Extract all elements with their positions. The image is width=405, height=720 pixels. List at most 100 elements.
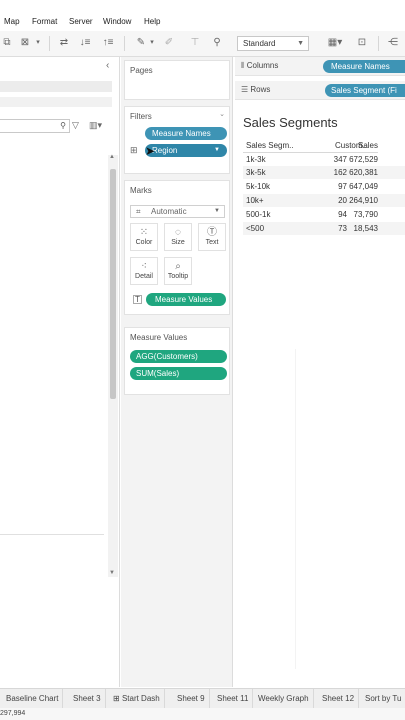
header-sales-segment[interactable]: Sales Segm.. — [246, 139, 294, 152]
mark-type-value: Automatic — [151, 207, 187, 216]
rows-shelf-label: ☰ Rows — [241, 85, 271, 94]
share-icon[interactable]: ⋲ — [386, 37, 400, 49]
presentation-mode-icon[interactable]: ⊡ — [355, 37, 369, 49]
scroll-down-icon[interactable]: ▼ — [109, 570, 115, 576]
rows-icon: ☰ — [241, 85, 251, 94]
header-sales[interactable]: Sales — [358, 139, 378, 152]
filters-card-title: Filters — [130, 112, 152, 121]
filter-pill-label: Measure Names — [152, 129, 211, 138]
detail-icon: ⁖ — [141, 261, 147, 272]
show-cards-icon[interactable]: ▦▾ — [326, 37, 344, 49]
fit-select[interactable]: Standard ▼ — [237, 36, 309, 51]
marks-pill-measure-values[interactable]: Measure Values — [146, 293, 226, 306]
tooltip-icon: ⌕ — [175, 261, 181, 272]
table-row[interactable]: 1k-3k 347 672,529 — [243, 153, 405, 166]
toolbar-separator — [124, 36, 125, 51]
search-icon: ⚲ — [60, 121, 66, 130]
table-row[interactable]: 10k+ 20 264,910 — [243, 194, 405, 207]
table-row[interactable]: 3k-5k 162 620,381 — [243, 166, 405, 179]
measure-pill-sum-sales[interactable]: SUM(Sales) — [130, 367, 227, 380]
tab-sort-by[interactable]: Sort by Tu — [361, 689, 405, 708]
view-gridline — [295, 349, 296, 669]
worksheet-title[interactable]: Sales Segments — [243, 115, 338, 130]
clear-sheet-icon[interactable]: ⊠ — [18, 37, 32, 49]
status-sum-value: 297,994 — [0, 710, 26, 717]
filter-pill-region[interactable]: Region ▼ — [145, 144, 227, 157]
columns-shelf-label: ⦀ Columns — [241, 61, 279, 70]
fix-axes-pin-icon[interactable]: ⚲ — [210, 37, 224, 49]
menu-help[interactable]: Help — [144, 17, 160, 26]
tab-baseline-chart[interactable]: Baseline Chart — [2, 689, 64, 708]
marks-color-button[interactable]: ⁙ Color — [130, 223, 158, 251]
filter-pill-label: Region — [152, 146, 178, 155]
view-options-icon[interactable]: ▥▾ — [89, 120, 102, 131]
table-header-row: Sales Segm.. Custom.. Sales — [243, 139, 405, 152]
pill-label: Sales Segment (Fi — [331, 86, 397, 95]
worksheet-view[interactable]: Sales Segments Sales Segm.. Custom.. Sal… — [235, 104, 405, 687]
marks-tooltip-button[interactable]: ⌕ Tooltip — [164, 257, 192, 285]
rows-pill-sales-segment[interactable]: Sales Segment (Fi — [325, 84, 405, 97]
clear-dropdown-icon[interactable]: ▾ — [34, 37, 42, 49]
columns-pill-measure-names[interactable]: Measure Names — [323, 60, 405, 73]
measure-values-card-title: Measure Values — [130, 333, 188, 342]
pill-dropdown-icon[interactable]: ▼ — [214, 144, 220, 157]
highlight-dropdown-icon[interactable]: ▾ — [148, 37, 156, 49]
collapse-pane-chevron-icon[interactable]: ‹ — [106, 60, 109, 71]
duplicate-sheet-icon[interactable]: ⧉ — [0, 37, 14, 49]
status-bar: 297,994 — [0, 708, 405, 720]
sort-descending-icon[interactable]: ↑≡ — [101, 37, 115, 49]
field-search-input[interactable]: ⚲ — [0, 119, 70, 133]
menu-map[interactable]: Map — [4, 17, 20, 26]
mark-type-icon: ⌗ — [136, 207, 141, 216]
pill-label: AGG(Customers) — [136, 352, 198, 361]
group-members-icon[interactable]: ✐ — [162, 37, 176, 49]
data-source-bar[interactable] — [0, 81, 112, 92]
toolbar-separator — [49, 36, 50, 51]
menu-format[interactable]: Format — [32, 17, 57, 26]
tab-sheet-12[interactable]: Sheet 12 — [318, 689, 360, 708]
table-row[interactable]: <500 73 18,543 — [243, 222, 405, 235]
drag-field-icon: ⊞ — [130, 145, 138, 155]
filter-pill-measure-names[interactable]: Measure Names — [145, 127, 227, 140]
pill-label: Measure Names — [331, 62, 390, 71]
menu-server[interactable]: Server — [69, 17, 93, 26]
marks-card-title: Marks — [130, 186, 152, 195]
sheet-tab-bar: Baseline Chart Sheet 3 ⊞ Start Dash Shee… — [0, 688, 405, 708]
rows-shelf[interactable]: ☰ Rows Sales Segment (Fi — [235, 81, 405, 100]
tab-sheet-9[interactable]: Sheet 9 — [173, 689, 210, 708]
filter-fields-icon[interactable]: ▽ — [72, 120, 79, 131]
sort-ascending-icon[interactable]: ↓≡ — [78, 37, 92, 49]
pages-card[interactable]: Pages — [124, 60, 230, 100]
tab-sheet-11[interactable]: Sheet 11 — [213, 689, 254, 708]
tab-start-dash[interactable]: ⊞ Start Dash — [109, 689, 165, 708]
filters-card[interactable]: Filters ⌄ Measure Names ⊞ Region ▼ ➤ — [124, 106, 230, 174]
chevron-down-icon: ▼ — [297, 40, 304, 47]
toolbar: ⧉ ⊠ ▾ ⇄ ↓≡ ↑≡ ✎ ▾ ✐ ⊤ ⚲ Standard ▼ ▦▾ ⊡ … — [0, 31, 405, 57]
mouse-cursor-icon: ➤ — [145, 144, 156, 158]
mark-type-select[interactable]: ⌗ Automatic ▼ — [130, 205, 225, 218]
swap-rows-columns-icon[interactable]: ⇄ — [57, 37, 71, 49]
columns-shelf[interactable]: ⦀ Columns Measure Names — [235, 57, 405, 76]
marks-size-button[interactable]: ◌ Size — [164, 223, 192, 251]
scroll-up-icon[interactable]: ▲ — [109, 154, 115, 160]
menu-window[interactable]: Window — [103, 17, 131, 26]
marks-card[interactable]: Marks ⌗ Automatic ▼ ⁙ Color ◌ Size Ⓣ Tex… — [124, 180, 230, 315]
show-mark-labels-icon[interactable]: ⊤ — [188, 37, 202, 49]
chevron-down-icon[interactable]: ⌄ — [219, 110, 225, 118]
size-icon: ◌ — [175, 227, 181, 238]
table-row[interactable]: 5k-10k 97 647,049 — [243, 180, 405, 193]
tab-sheet-3[interactable]: Sheet 3 — [69, 689, 106, 708]
dashboard-icon: ⊞ — [113, 694, 122, 703]
pane-divider — [0, 534, 104, 535]
marks-detail-button[interactable]: ⁖ Detail — [130, 257, 158, 285]
tab-weekly-graph[interactable]: Weekly Graph — [254, 689, 314, 708]
marks-text-button[interactable]: Ⓣ Text — [198, 223, 226, 251]
highlight-pen-icon[interactable]: ✎ — [134, 37, 148, 49]
measure-pill-agg-customers[interactable]: AGG(Customers) — [130, 350, 227, 363]
measure-values-card[interactable]: Measure Values AGG(Customers) SUM(Sales) — [124, 327, 230, 395]
menu-bar: Map Format Server Window Help — [0, 14, 405, 30]
table-row[interactable]: 500-1k 94 73,790 — [243, 208, 405, 221]
field-list-scroll-thumb[interactable] — [110, 169, 116, 399]
text-mark-icon: T — [133, 295, 142, 304]
chevron-down-icon: ▼ — [214, 208, 220, 214]
